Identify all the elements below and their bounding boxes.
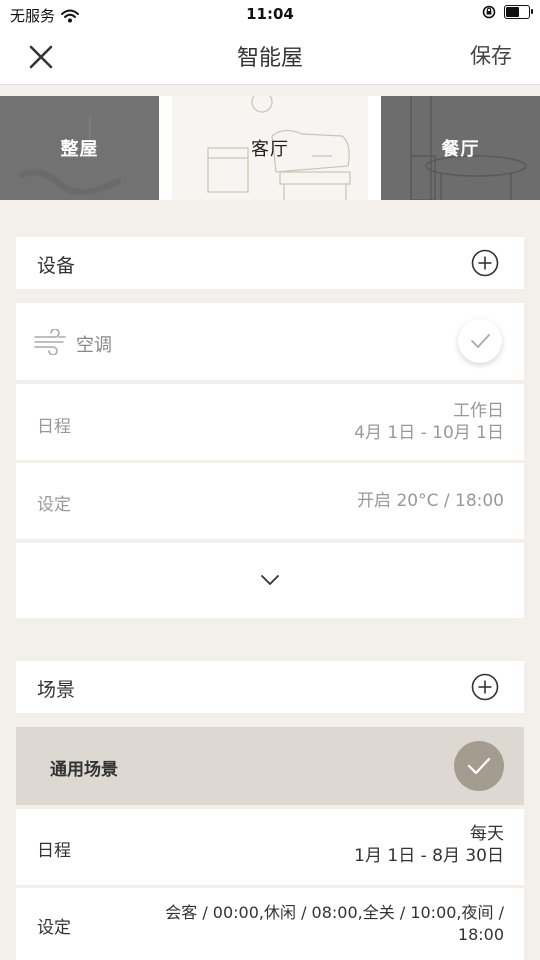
room-label: 客厅 xyxy=(251,139,289,160)
room-label: 整屋 xyxy=(60,139,99,160)
devices-title: 设备 xyxy=(37,255,76,277)
schedule-days: 工作日 xyxy=(453,401,504,421)
schedule-label: 日程 xyxy=(37,417,71,437)
chevron-down-icon xyxy=(261,575,279,585)
schedule-range: 4月 1日 - 10月 1日 xyxy=(354,423,504,443)
orientation-lock-icon xyxy=(482,5,496,19)
check-icon xyxy=(467,757,491,775)
room-tab-living-room[interactable]: 客厅 xyxy=(172,96,368,200)
scenes-header: 场景 xyxy=(16,661,524,713)
add-scene-icon[interactable] xyxy=(471,673,499,701)
status-time: 11:04 xyxy=(246,5,294,23)
room-label: 餐厅 xyxy=(441,139,480,160)
setting-label: 设定 xyxy=(37,918,71,938)
scene-schedule-row[interactable]: 日程 每天 1月 1日 - 8月 30日 xyxy=(16,809,524,885)
device-select-toggle[interactable] xyxy=(458,319,502,363)
scene-name: 通用场景 xyxy=(50,760,118,780)
schedule-range: 1月 1日 - 8月 30日 xyxy=(354,846,504,866)
device-name: 空调 xyxy=(76,335,112,356)
save-button[interactable]: 保存 xyxy=(470,40,512,70)
page-title: 智能屋 xyxy=(236,46,303,71)
schedule-days: 每天 xyxy=(470,824,504,844)
schedule-label: 日程 xyxy=(37,841,71,861)
status-right xyxy=(482,5,533,19)
setting-label: 设定 xyxy=(37,495,71,515)
room-tab-whole-house[interactable]: 整屋 xyxy=(0,96,159,200)
scenes-title: 场景 xyxy=(37,679,76,701)
scene-item-general[interactable]: 通用场景 xyxy=(16,727,524,805)
setting-line: 会客 / 00:00,休闲 / 08:00,全关 / 10:00,夜间 / xyxy=(165,903,504,922)
device-setting-row[interactable]: 设定 开启 20°C / 18:00 xyxy=(16,463,524,539)
room-tab-dining-room[interactable]: 餐厅 xyxy=(381,96,540,200)
setting-value: 会客 / 00:00,休闲 / 08:00,全关 / 10:00,夜间 / 18… xyxy=(165,902,504,946)
navigation-bar: 智能屋 保存 xyxy=(0,28,540,85)
setting-line: 18:00 xyxy=(457,925,504,944)
status-bar: 无服务 11:04 xyxy=(0,0,540,28)
device-schedule-row[interactable]: 日程 工作日 4月 1日 - 10月 1日 xyxy=(16,384,524,460)
add-device-icon[interactable] xyxy=(471,249,499,277)
schedule-value: 每天 1月 1日 - 8月 30日 xyxy=(354,823,504,867)
device-item-ac[interactable]: 空调 xyxy=(16,303,524,380)
scene-select-toggle[interactable] xyxy=(454,741,504,791)
check-icon xyxy=(471,334,490,348)
expand-row[interactable] xyxy=(16,543,524,618)
scene-setting-row[interactable]: 设定 会客 / 00:00,休闲 / 08:00,全关 / 10:00,夜间 /… xyxy=(16,888,524,960)
room-selector: 整屋 客厅 餐厅 xyxy=(0,96,540,200)
ac-wind-icon xyxy=(34,329,66,355)
setting-value: 开启 20°C / 18:00 xyxy=(357,491,504,511)
battery-icon xyxy=(504,5,533,19)
devices-header: 设备 xyxy=(16,237,524,289)
schedule-value: 工作日 4月 1日 - 10月 1日 xyxy=(354,400,504,444)
close-icon[interactable] xyxy=(26,42,56,72)
